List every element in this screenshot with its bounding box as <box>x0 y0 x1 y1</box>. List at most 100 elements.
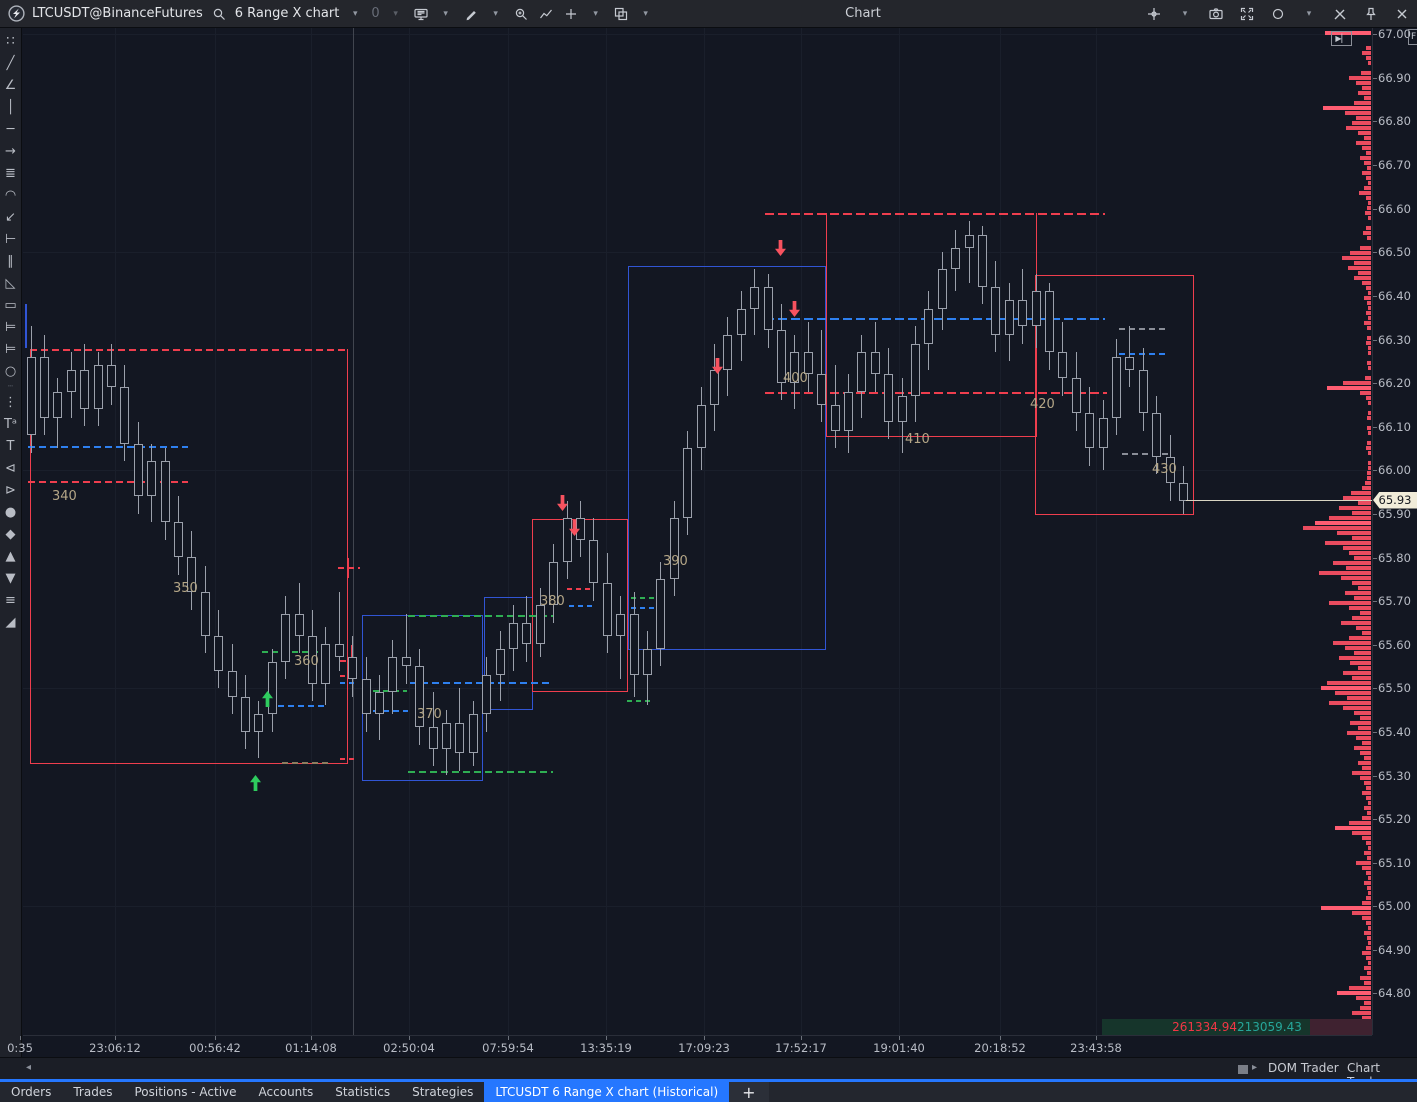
add-caret-icon[interactable]: ▾ <box>587 5 605 23</box>
scrollbar-thumb[interactable] <box>1238 1065 1248 1074</box>
volume-profile-bar <box>1354 261 1371 265</box>
price-axis-label: 67.00 <box>1378 27 1411 41</box>
monitor-caret-icon[interactable]: ▾ <box>437 5 455 23</box>
candle-body <box>1058 352 1067 378</box>
counter-label[interactable]: 0 <box>371 6 379 21</box>
volume-profile-tool-icon[interactable]: ⊨ <box>0 316 22 338</box>
volume-profile-bar <box>1362 951 1371 955</box>
tools-icon[interactable] <box>1331 5 1349 23</box>
volume-profile-bar <box>1349 821 1371 825</box>
measure-tool-icon[interactable]: ⊢ <box>0 228 22 250</box>
parallel-lines-tool-icon[interactable]: ∥ <box>0 250 22 272</box>
text-tool-icon[interactable]: T <box>0 435 22 457</box>
scroll-right-arrow-icon[interactable]: ▸ <box>1252 1062 1257 1073</box>
period-label[interactable]: 6 Range X chart <box>235 6 340 21</box>
symbol-label[interactable]: LTCUSDT@BinanceFutures <box>32 6 203 21</box>
dots-grid-tool-icon[interactable]: ⋮ <box>0 391 22 413</box>
workspace-tab-orders[interactable]: Orders <box>0 1082 62 1102</box>
volume-profile-bar <box>1366 341 1371 345</box>
candle-body <box>1152 413 1161 457</box>
camera-icon[interactable] <box>1207 5 1225 23</box>
volume-profile-bar <box>1354 596 1371 600</box>
pointer-icon[interactable] <box>1145 5 1163 23</box>
volume-profile-bar <box>1364 931 1371 935</box>
monitor-icon[interactable] <box>412 5 430 23</box>
horizontal-line-tool-icon[interactable]: ─ <box>0 118 22 140</box>
volume-profile-bar <box>1352 1011 1371 1015</box>
expand-icon[interactable] <box>1238 5 1256 23</box>
layout-caret-icon[interactable]: ▾ <box>637 5 655 23</box>
label-left-tool-icon[interactable]: ⊲ <box>0 457 22 479</box>
volume-profile-bar <box>1367 416 1371 420</box>
price-axis[interactable]: 67.0066.9066.8066.7066.6066.5066.4066.30… <box>1372 28 1417 1035</box>
volume-profile-bar <box>1329 601 1371 605</box>
volume-profile-bar <box>1366 841 1371 845</box>
candle-body <box>388 657 397 692</box>
layout-icon[interactable] <box>612 5 630 23</box>
candle-body <box>375 692 384 714</box>
go-to-latest-button[interactable]: ▶▏ <box>1331 31 1352 46</box>
period-caret-icon[interactable]: ▾ <box>346 5 364 23</box>
rectangle-tool-icon[interactable]: ▭ <box>0 294 22 316</box>
counter-caret-icon[interactable]: ▾ <box>387 5 405 23</box>
pencil-caret-icon[interactable]: ▾ <box>487 5 505 23</box>
indicator-icon[interactable] <box>537 5 555 23</box>
search-icon[interactable] <box>210 5 228 23</box>
workspace-tab-accounts[interactable]: Accounts <box>248 1082 325 1102</box>
pencil-icon[interactable] <box>462 5 480 23</box>
volume-profile-bar <box>1347 696 1371 700</box>
add-icon[interactable] <box>562 5 580 23</box>
arrow-marker-tool-icon[interactable]: ↙ <box>0 206 22 228</box>
candle-body <box>442 723 451 749</box>
close-icon[interactable] <box>1393 5 1411 23</box>
curve-tool-icon[interactable]: ◠ <box>0 184 22 206</box>
volume-profile-bar <box>1368 61 1371 65</box>
volume-profile-bar <box>1343 546 1371 550</box>
volume-profile-bar <box>1367 471 1371 475</box>
circle-icon[interactable] <box>1269 5 1287 23</box>
zoom-in-icon[interactable] <box>512 5 530 23</box>
volume-profile-bar <box>1364 806 1371 810</box>
vertical-line-tool-icon[interactable]: │ <box>0 96 22 118</box>
ellipse-tool-icon[interactable]: ○ <box>0 360 22 382</box>
diamond-marker-tool-icon[interactable]: ◆ <box>0 523 22 545</box>
workspace-tab-positions-active[interactable]: Positions - Active <box>123 1082 247 1102</box>
volume-profile-bar <box>1321 906 1371 910</box>
arrow-tool-icon[interactable]: → <box>0 140 22 162</box>
anchored-text-tool-icon[interactable]: Tᵃ <box>0 413 22 435</box>
candle-body <box>697 405 706 449</box>
ruler-tool-icon[interactable]: ≡ <box>0 589 22 611</box>
arrow-down-marker-tool-icon[interactable]: ▼ <box>0 567 22 589</box>
gridline-horizontal <box>23 252 1372 253</box>
pointer-caret-icon[interactable]: ▾ <box>1176 5 1194 23</box>
axis-corner-button[interactable]: F <box>1408 29 1417 45</box>
corner-tool-icon[interactable]: ◢ <box>0 611 22 633</box>
angle-tool-icon[interactable]: ∠ <box>0 74 22 96</box>
pin-icon[interactable] <box>1362 5 1380 23</box>
level-vertical-segment <box>25 304 27 348</box>
arrow-up-marker-tool-icon[interactable]: ▲ <box>0 545 22 567</box>
dot-marker-tool-icon[interactable]: ● <box>0 501 22 523</box>
scroll-left-arrow-icon[interactable]: ◂ <box>26 1062 31 1073</box>
circle-caret-icon[interactable]: ▾ <box>1300 5 1318 23</box>
workspace-tab-trades[interactable]: Trades <box>62 1082 123 1102</box>
workspace-tab-active-chart[interactable]: LTCUSDT 6 Range X chart (Historical) <box>484 1082 729 1102</box>
label-right-tool-icon[interactable]: ⊳ <box>0 479 22 501</box>
drag-grip-icon[interactable]: ∷ <box>0 30 22 52</box>
trading-platform-window: LTCUSDT@BinanceFutures 6 Range X chart ▾… <box>0 0 1417 1102</box>
time-axis[interactable]: 0:3523:06:1200:56:4201:14:0802:50:0407:5… <box>23 1035 1372 1058</box>
channel-tool-icon[interactable]: ≣ <box>0 162 22 184</box>
candle-body <box>134 444 143 496</box>
volume-profile-tool-2[interactable]: ⊨ <box>0 338 22 360</box>
candle-body <box>1112 357 1121 418</box>
add-tab-button[interactable]: + <box>729 1082 768 1102</box>
volume-profile-bar <box>1367 441 1371 445</box>
chart-canvas[interactable]: 340350360370380390400410420430261334.942… <box>23 28 1372 1035</box>
candle-body <box>402 657 411 666</box>
trend-line-tool-icon[interactable]: ╱ <box>0 52 22 74</box>
dom-trader-button[interactable]: DOM Trader <box>1268 1061 1339 1075</box>
price-axis-label: 65.50 <box>1378 681 1411 695</box>
triangle-tool-icon[interactable]: ◺ <box>0 272 22 294</box>
workspace-tab-strategies[interactable]: Strategies <box>401 1082 484 1102</box>
workspace-tab-statistics[interactable]: Statistics <box>324 1082 401 1102</box>
